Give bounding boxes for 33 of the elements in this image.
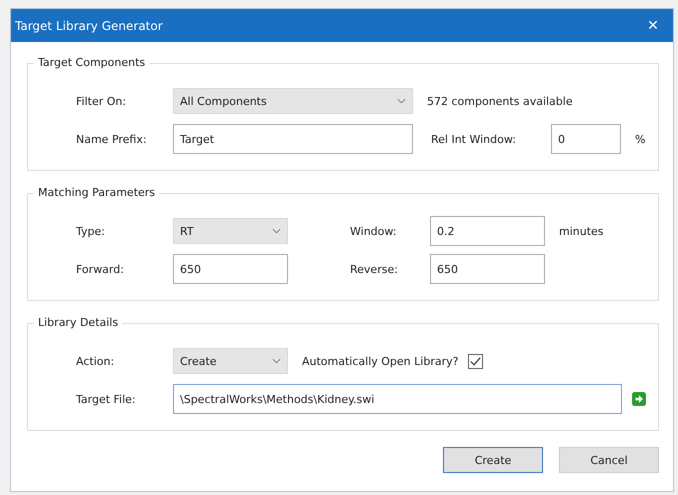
group-title: Target Components — [34, 56, 150, 69]
field-label: Name Prefix: — [76, 132, 148, 146]
field-label: Action: — [76, 354, 116, 368]
field-label: Target File: — [76, 392, 137, 406]
group-title: Matching Parameters — [34, 186, 160, 199]
dropdown[interactable]: All Components — [173, 88, 413, 114]
field-label: Rel Int Window: — [431, 132, 517, 146]
checkbox[interactable] — [468, 354, 484, 368]
group-title: Library Details — [34, 316, 122, 329]
field-label: Window: — [350, 224, 398, 238]
field-label: Filter On: — [76, 94, 128, 108]
chevron-icon — [272, 358, 281, 364]
input-field[interactable]: 0.2 — [430, 216, 545, 246]
text-label: Automatically Open Library? — [302, 354, 458, 368]
window-title: Target Library Generator — [15, 18, 163, 32]
close-button[interactable]: ✕ — [633, 9, 673, 42]
input-field[interactable]: Target — [173, 124, 413, 154]
input-field[interactable]: \SpectralWorks\Methods\Kidney.swi — [173, 384, 622, 414]
input-field[interactable]: 650 — [173, 254, 288, 284]
dropdown[interactable]: Create — [173, 348, 288, 374]
field-label: Forward: — [76, 262, 125, 276]
field-label: Type: — [76, 224, 106, 238]
dialog-button[interactable]: Cancel — [559, 447, 659, 473]
input-field[interactable]: 0 — [551, 124, 621, 154]
dialog-button[interactable]: Create — [443, 447, 543, 473]
text-label: minutes — [559, 224, 604, 238]
dropdown[interactable]: RT — [173, 218, 288, 244]
chevron-icon — [397, 98, 406, 104]
text-label: % — [635, 132, 646, 146]
field-label: Reverse: — [350, 262, 399, 276]
chevron-icon — [272, 228, 281, 234]
input-field[interactable]: 650 — [430, 254, 545, 284]
text-label: 572 components available — [427, 94, 573, 108]
